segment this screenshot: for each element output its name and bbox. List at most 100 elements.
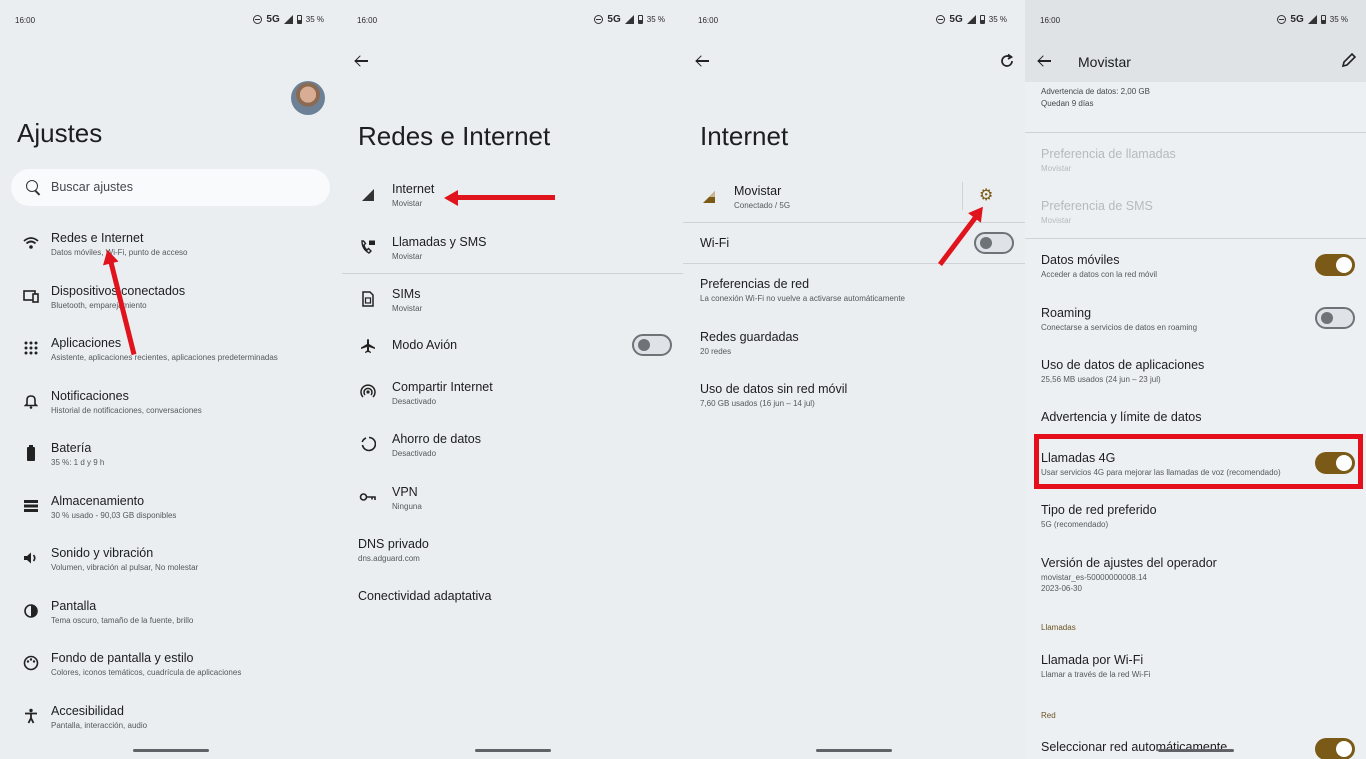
item-title: SIMs — [392, 287, 421, 301]
back-arrow-icon[interactable] — [1036, 52, 1054, 70]
gesture-navbar[interactable] — [133, 749, 209, 752]
item-title: Tipo de red preferido — [1041, 503, 1157, 517]
settings-item-apps[interactable]: Aplicaciones Asistente, aplicaciones rec… — [0, 334, 342, 384]
item-subtitle: Pantalla, interacción, audio — [51, 721, 148, 730]
settings-item-battery[interactable]: Batería 35 %: 1 d y 9 h — [0, 439, 342, 489]
settings-item-sound[interactable]: Sonido y vibración Volumen, vibración al… — [0, 544, 342, 594]
speaker-icon — [22, 549, 40, 567]
auto-select-network-toggle[interactable] — [1315, 738, 1355, 759]
app-bar — [1025, 0, 1366, 82]
item-subtitle: Movistar — [1041, 164, 1072, 173]
item-title: Movistar — [734, 184, 782, 198]
settings-item-notifications[interactable]: Notificaciones Historial de notificacion… — [0, 387, 342, 437]
settings-item-call-preference: Preferencia de llamadas Movistar — [1025, 146, 1366, 196]
item-title: VPN — [392, 485, 418, 499]
item-subtitle: movistar_es-50000000008.14 — [1041, 573, 1147, 582]
item-subtitle: 5G (recomendado) — [1041, 520, 1109, 529]
settings-item-data-saver[interactable]: Ahorro de datos Desactivado — [342, 430, 683, 480]
item-subtitle: Acceder a datos con la red móvil — [1041, 270, 1158, 279]
item-subtitle: Volumen, vibración al pulsar, No molesta… — [51, 563, 199, 572]
battery-icon — [979, 15, 985, 24]
item-title: Batería — [51, 441, 92, 455]
accessibility-icon — [22, 707, 40, 725]
item-title: Advertencia y límite de datos — [1041, 410, 1202, 424]
settings-item-vpn[interactable]: VPN Ninguna — [342, 483, 683, 533]
settings-item-wifi-calling[interactable]: Llamada por Wi-Fi Llamar a través de la … — [1025, 652, 1366, 702]
status-time: 16:00 — [698, 16, 719, 25]
status-bar: 16:00 5G 35 % — [698, 14, 1007, 28]
settings-item-app-data-usage[interactable]: Uso de datos de aplicaciones 25,56 MB us… — [1025, 357, 1366, 407]
avatar[interactable] — [291, 81, 325, 115]
gear-icon[interactable]: ⚙ — [979, 188, 995, 204]
back-arrow-icon[interactable] — [694, 52, 712, 70]
item-title: Preferencia de llamadas — [1041, 147, 1176, 161]
gesture-navbar[interactable] — [1158, 749, 1234, 752]
item-subtitle: Ninguna — [392, 502, 422, 511]
search-input[interactable]: Buscar ajustes — [11, 169, 330, 206]
toggle-knob — [1321, 312, 1333, 324]
highlight-box — [1034, 434, 1363, 489]
item-subtitle: Desactivado — [392, 449, 437, 458]
battery-icon — [296, 15, 302, 24]
item-title: Almacenamiento — [51, 494, 145, 508]
item-title: Modo Avión — [392, 338, 458, 352]
settings-item-display[interactable]: Pantalla Tema oscuro, tamaño de la fuent… — [0, 597, 342, 647]
item-title: Accesibilidad — [51, 704, 124, 718]
settings-item-network[interactable]: Redes e Internet Datos móviles, Wi-Fi, p… — [0, 229, 342, 279]
internet-screen: 16:00 5G 35 % Internet Movistar Conectad… — [683, 0, 1025, 759]
settings-item-accessibility[interactable]: Accesibilidad Pantalla, interacción, aud… — [0, 702, 342, 752]
settings-item-preferred-network-type[interactable]: Tipo de red preferido 5G (recomendado) — [1025, 502, 1366, 552]
settings-item-private-dns[interactable]: DNS privado dns.adguard.com — [342, 535, 683, 585]
days-remaining: Quedan 9 días — [1041, 99, 1094, 108]
status-time: 16:00 — [1040, 16, 1061, 25]
item-title: Ahorro de datos — [392, 432, 481, 446]
mobile-data-toggle[interactable] — [1315, 254, 1355, 276]
airplane-mode-toggle[interactable] — [632, 334, 672, 356]
settings-item-hotspot[interactable]: Compartir Internet Desactivado — [342, 378, 683, 428]
item-subtitle: 30 % usado - 90,03 GB disponibles — [51, 511, 177, 520]
refresh-icon[interactable] — [999, 53, 1017, 71]
settings-item-adaptive-connectivity[interactable]: Conectividad adaptativa — [342, 588, 683, 638]
settings-item-internet[interactable]: Internet Movistar — [342, 180, 683, 230]
vpn-key-icon — [359, 488, 377, 506]
item-title: Uso de datos sin red móvil — [700, 382, 848, 396]
back-arrow-icon[interactable] — [353, 52, 371, 70]
divider — [962, 182, 963, 210]
palette-icon — [22, 654, 40, 672]
item-subtitle: Bluetooth, emparejamiento — [51, 301, 147, 310]
item-title: Compartir Internet — [392, 380, 493, 394]
item-subtitle: Colores, iconos temáticos, cuadrícula de… — [51, 668, 242, 677]
item-subtitle: Desactivado — [392, 397, 437, 406]
toggle-knob — [1336, 257, 1352, 273]
status-bar: 16:00 5G 35 % — [15, 14, 324, 28]
item-title: Notificaciones — [51, 389, 129, 403]
wifi-toggle[interactable] — [974, 232, 1014, 254]
settings-item-network-preferences[interactable]: Preferencias de red La conexión Wi-Fi no… — [683, 275, 1025, 325]
settings-item-saved-networks[interactable]: Redes guardadas 20 redes — [683, 328, 1025, 378]
settings-item-calls-sms[interactable]: Llamadas y SMS Movistar — [342, 233, 683, 283]
battery-percent: 35 % — [1329, 15, 1348, 24]
settings-item-storage[interactable]: Almacenamiento 30 % usado - 90,03 GB dis… — [0, 492, 342, 542]
item-subtitle: 25,56 MB usados (24 jun – 23 jul) — [1041, 375, 1161, 384]
settings-item-roaming[interactable]: Roaming Conectarse a servicios de datos … — [1025, 305, 1366, 355]
item-subtitle: 7,60 GB usados (16 jun – 14 jul) — [700, 399, 815, 408]
dnd-icon — [936, 15, 946, 24]
gesture-navbar[interactable] — [816, 749, 892, 752]
edit-pencil-icon[interactable] — [1341, 52, 1357, 68]
settings-item-sims[interactable]: SIMs Movistar — [342, 285, 683, 335]
gesture-navbar[interactable] — [475, 749, 551, 752]
settings-item-non-carrier-data[interactable]: Uso de datos sin red móvil 7,60 GB usado… — [683, 380, 1025, 430]
item-subtitle: Movistar — [392, 252, 423, 261]
settings-item-wallpaper[interactable]: Fondo de pantalla y estilo Colores, icon… — [0, 649, 342, 699]
item-title: Datos móviles — [1041, 253, 1120, 267]
search-placeholder: Buscar ajustes — [51, 180, 133, 194]
signal-icon — [283, 15, 293, 24]
battery-icon — [22, 444, 40, 462]
settings-item-carrier-settings-version[interactable]: Versión de ajustes del operador movistar… — [1025, 555, 1366, 605]
settings-item-mobile-data[interactable]: Datos móviles Acceder a datos con la red… — [1025, 252, 1366, 302]
wifi-icon — [22, 234, 40, 252]
roaming-toggle[interactable] — [1315, 307, 1355, 329]
airplane-icon — [359, 337, 377, 355]
item-subtitle: Tema oscuro, tamaño de la fuente, brillo — [51, 616, 194, 625]
settings-item-devices[interactable]: Dispositivos conectados Bluetooth, empar… — [0, 282, 342, 332]
